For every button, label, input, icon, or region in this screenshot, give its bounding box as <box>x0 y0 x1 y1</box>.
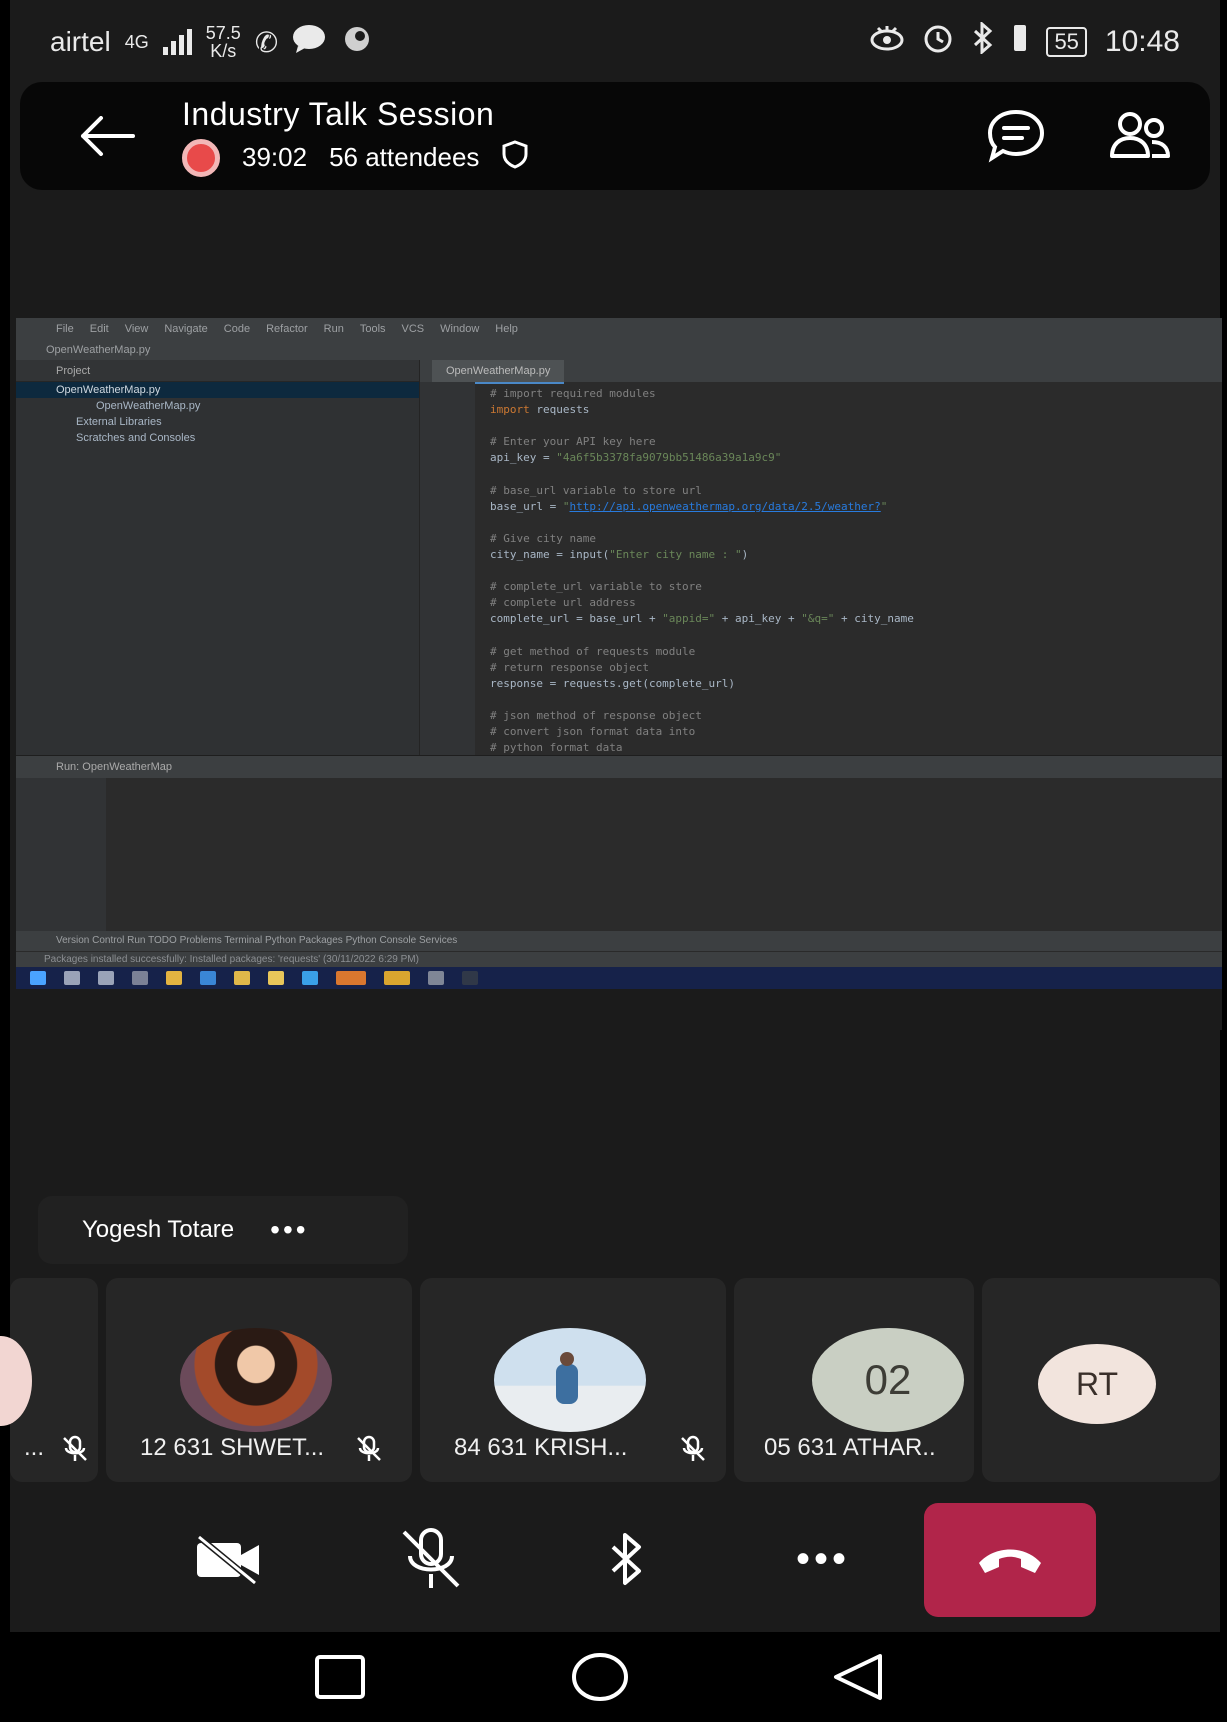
app-icon <box>132 971 148 985</box>
call-controls: ••• <box>10 1490 1220 1630</box>
phone-hangup-icon <box>979 1549 1041 1573</box>
data-speed: 57.5 K/s <box>205 23 241 61</box>
mic-muted-icon <box>402 1528 460 1588</box>
app-icon <box>200 971 216 985</box>
pycharm-icon <box>384 971 410 985</box>
mic-muted-icon <box>357 1435 381 1461</box>
people-icon <box>1110 112 1170 158</box>
participant-strip[interactable]: ... 12 631 SHWET... 84 631 KRISH... 02 0… <box>0 1278 1220 1482</box>
ide-tool-strip: Version Control Run TODO Problems Termin… <box>16 931 1222 951</box>
windows-start-icon <box>30 971 46 985</box>
chat-icon <box>987 109 1045 163</box>
meeting-title: Industry Talk Session <box>182 95 495 132</box>
app-icon <box>268 971 284 985</box>
windows-taskbar <box>16 967 1222 989</box>
speaker-name: Yogesh Totare <box>82 1216 235 1243</box>
ide-breadcrumb: OpenWeatherMap.py <box>16 340 1222 360</box>
carrier-label: airtel <box>50 26 111 57</box>
meeting-header: Industry Talk Session 39:02 56 attendees <box>20 82 1210 190</box>
home-button[interactable] <box>570 1647 630 1707</box>
circle-icon <box>572 1653 628 1701</box>
search-icon <box>64 971 80 985</box>
network-type: 4G <box>124 32 149 52</box>
code-listing: # import required modules import request… <box>490 387 914 770</box>
ide-project-panel: Project OpenWeatherMap.py OpenWeatherMap… <box>16 360 420 755</box>
chat-button[interactable] <box>976 96 1056 176</box>
camera-off-icon <box>197 1534 259 1585</box>
ide-run-panel: Run: OpenWeatherMap <box>16 755 1222 932</box>
meeting-screen: airtel 4G 57.5 K/s ✆ 55 10:48 Industry T… <box>0 0 1222 1722</box>
chrome-icon <box>166 971 182 985</box>
elapsed-time: 39:02 <box>242 142 308 172</box>
ide-code-editor: OpenWeatherMap.py # import required modu… <box>420 360 1222 770</box>
avatar <box>494 1328 646 1432</box>
participant-tile[interactable]: ... <box>0 1278 98 1482</box>
system-nav-bar <box>10 1632 1220 1722</box>
vibrate-icon <box>1012 23 1028 61</box>
status-bar: airtel 4G 57.5 K/s ✆ 55 10:48 <box>10 0 1220 84</box>
participant-tile[interactable]: 12 631 SHWET... <box>106 1278 412 1482</box>
bluetooth-icon <box>611 1533 641 1585</box>
mic-muted-icon <box>63 1435 87 1461</box>
battery-indicator: 55 <box>1046 27 1087 57</box>
message-icon <box>292 24 326 61</box>
mic-muted-icon <box>681 1435 705 1461</box>
ide-status-strip: Packages installed successfully: Install… <box>16 951 1222 967</box>
avatar-initials: 02 <box>812 1328 964 1432</box>
ide-menu-bar: File Edit View Navigate Code Refactor Ru… <box>16 318 1222 340</box>
square-icon <box>315 1655 365 1699</box>
avatar <box>180 1328 332 1432</box>
active-speaker-label[interactable]: Yogesh Totare ••• <box>38 1196 408 1264</box>
back-nav-button[interactable] <box>828 1647 888 1707</box>
task-view-icon <box>98 971 114 985</box>
participant-tile[interactable]: 84 631 KRISH... <box>420 1278 726 1482</box>
editor-tab: OpenWeatherMap.py <box>432 360 565 384</box>
speaker-more-button[interactable]: ••• <box>270 1214 308 1246</box>
camera-toggle-button[interactable] <box>184 1514 274 1604</box>
participant-tile[interactable]: RT <box>982 1278 1220 1482</box>
eye-comfort-icon <box>870 24 904 60</box>
arrow-left-icon <box>81 116 135 156</box>
avatar <box>0 1336 32 1426</box>
more-options-button[interactable]: ••• <box>778 1514 868 1604</box>
clock: 10:48 <box>1104 25 1180 58</box>
app-icon <box>428 971 444 985</box>
app-icon <box>336 971 366 985</box>
hang-up-button[interactable] <box>924 1503 1096 1617</box>
phone-icon: ✆ <box>254 26 279 58</box>
avatar-initials: RT <box>1038 1344 1156 1424</box>
folder-icon <box>234 971 250 985</box>
participants-button[interactable] <box>1100 96 1180 176</box>
edge-icon <box>302 971 318 985</box>
attendee-count: 56 attendees <box>329 142 480 172</box>
shared-screen: File Edit View Navigate Code Refactor Ru… <box>16 318 1222 1030</box>
app-notification-icon <box>340 24 374 61</box>
recents-button[interactable] <box>310 1647 370 1707</box>
audio-device-button[interactable] <box>582 1514 672 1604</box>
shield-icon <box>501 139 529 176</box>
recording-icon <box>182 138 220 177</box>
bluetooth-status-icon <box>972 20 994 62</box>
microphone-toggle-button[interactable] <box>386 1514 476 1604</box>
triangle-back-icon <box>834 1654 882 1700</box>
participant-tile[interactable]: 02 05 631 ATHAR.. <box>734 1278 974 1482</box>
back-button[interactable] <box>72 101 142 171</box>
terminal-icon <box>462 971 478 985</box>
alarm-icon <box>922 22 954 62</box>
signal-icon <box>162 29 192 55</box>
